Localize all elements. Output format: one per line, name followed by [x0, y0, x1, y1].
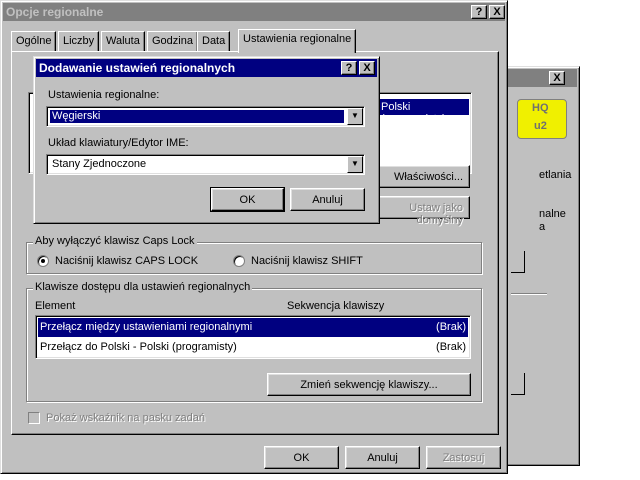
- window-title: Opcje regionalne: [6, 5, 104, 19]
- apply-button[interactable]: Zastosuj: [426, 446, 501, 469]
- hotkey-element: Przełącz do Polski - Polski (programisty…: [40, 341, 237, 353]
- taskbar-indicator-label[interactable]: Pokaż wskaźnik na pasku zadań: [46, 412, 205, 424]
- regional-options-titlebar: Opcje regionalne ? X: [3, 3, 505, 21]
- hotkeys-group: Klawisze dostępu dla ustawień regionalny…: [26, 281, 482, 402]
- tab-time[interactable]: Godzina: [147, 31, 198, 51]
- background-divider: [511, 293, 547, 295]
- hotkey-row[interactable]: Przełącz między ustawieniami regionalnym…: [38, 318, 468, 337]
- ok-button[interactable]: OK: [264, 446, 339, 469]
- properties-button[interactable]: Właściwości...: [372, 165, 470, 188]
- background-button-1[interactable]: [511, 251, 525, 273]
- locale-dropdown[interactable]: Węgierski ▼: [46, 106, 365, 127]
- close-button[interactable]: X: [489, 5, 505, 19]
- shift-radio[interactable]: [233, 255, 245, 267]
- dialog-cancel-button[interactable]: Anuluj: [290, 188, 365, 211]
- background-text-1: etlania: [539, 169, 572, 181]
- keyboard-selected-value: Stany Zjednoczone: [52, 158, 147, 170]
- hotkeys-list[interactable]: Przełącz między ustawieniami regionalnym…: [35, 315, 471, 359]
- background-text-2: nalne: [539, 208, 566, 220]
- caps-lock-group-label: Aby wyłączyć klawisz Caps Lock: [33, 235, 197, 247]
- caps-lock-group: Aby wyłączyć klawisz Caps Lock Naciśnij …: [26, 235, 482, 274]
- dialog-title: Dodawanie ustawień regionalnych: [39, 61, 236, 75]
- tab-currency[interactable]: Waluta: [101, 31, 145, 51]
- taskbar-indicator-checkbox[interactable]: [28, 412, 40, 424]
- keyboard-dropdown[interactable]: Stany Zjednoczone ▼: [46, 154, 365, 175]
- installed-locale-item[interactable]: Polski (programisty): [379, 99, 469, 125]
- add-locale-dialog: Dodawanie ustawień regionalnych ? X Usta…: [33, 56, 380, 224]
- keyboard-label: Układ klawiatury/Edytor IME:: [48, 137, 189, 149]
- background-window-close-button[interactable]: X: [549, 71, 565, 85]
- column-header-sequence: Sekwencja klawiszy: [287, 300, 385, 312]
- tab-input-locales[interactable]: Ustawienia regionalne: [238, 29, 357, 53]
- set-as-default-button[interactable]: Ustaw jako domyślny: [372, 196, 470, 226]
- locale-label: Ustawienia regionalne:: [48, 89, 160, 101]
- background-button-2[interactable]: [511, 373, 525, 395]
- caps-lock-option-label[interactable]: Naciśnij klawisz CAPS LOCK: [55, 255, 198, 267]
- hotkeys-group-label: Klawisze dostępu dla ustawień regionalny…: [33, 281, 253, 293]
- chevron-down-icon[interactable]: ▼: [347, 156, 363, 173]
- column-header-element: Element: [35, 300, 76, 312]
- hotkey-element: Przełącz między ustawieniami regionalnym…: [40, 321, 253, 333]
- dialog-close-button[interactable]: X: [359, 61, 375, 75]
- change-key-sequence-button[interactable]: Zmień sekwencję klawiszy...: [267, 373, 471, 396]
- add-locale-titlebar: Dodawanie ustawień regionalnych ? X: [36, 59, 377, 77]
- hotkey-sequence: (Brak): [436, 341, 466, 353]
- caps-lock-radio[interactable]: [37, 255, 49, 267]
- hotkey-sequence: (Brak): [436, 321, 466, 333]
- dialog-help-button[interactable]: ?: [341, 61, 357, 75]
- background-text-3: a: [539, 221, 546, 233]
- tab-date[interactable]: Data: [197, 31, 231, 51]
- locale-selected-value: Węgierski: [50, 110, 344, 123]
- cancel-button[interactable]: Anuluj: [345, 446, 420, 469]
- tab-general[interactable]: Ogólne: [11, 31, 57, 51]
- dialog-ok-button[interactable]: OK: [210, 187, 285, 212]
- regional-settings-icon: HQ u2: [517, 99, 567, 139]
- chevron-down-icon[interactable]: ▼: [347, 108, 363, 125]
- tab-numbers[interactable]: Liczby: [58, 31, 100, 51]
- hotkey-row[interactable]: Przełącz do Polski - Polski (programisty…: [38, 338, 468, 357]
- shift-option-label[interactable]: Naciśnij klawisz SHIFT: [251, 255, 363, 267]
- help-button[interactable]: ?: [471, 5, 487, 19]
